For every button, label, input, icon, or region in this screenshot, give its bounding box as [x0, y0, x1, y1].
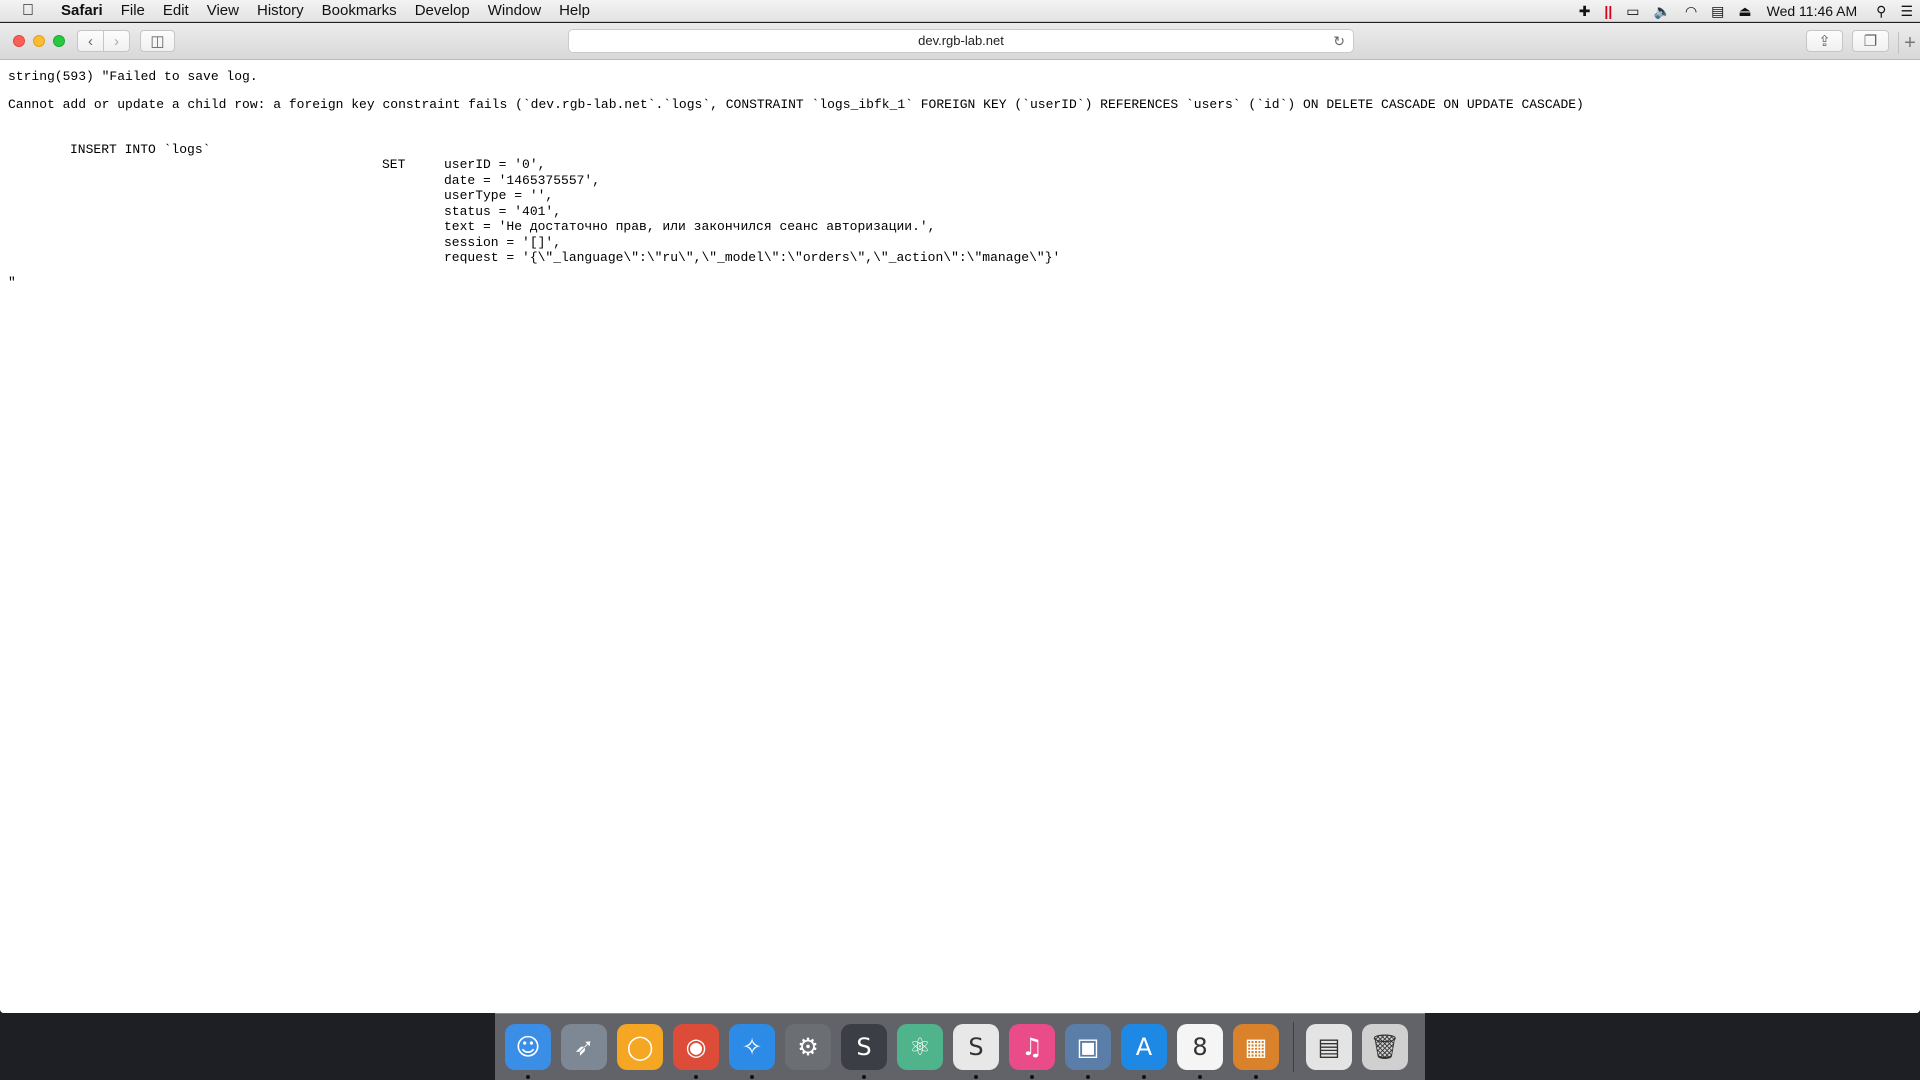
- running-indicator: [750, 1075, 754, 1079]
- chevron-left-icon: ‹: [88, 32, 93, 50]
- sidebar-toggle-button[interactable]: ◫: [140, 30, 175, 52]
- new-tab-button[interactable]: +: [1898, 32, 1920, 54]
- sql-field: userID = '0',: [444, 157, 546, 172]
- medical-cross-icon[interactable]: ✚: [1579, 3, 1591, 20]
- tab-overview-icon: ❐: [1863, 33, 1878, 50]
- reload-icon[interactable]: ↻: [1333, 30, 1345, 52]
- running-indicator: [1198, 1075, 1202, 1079]
- sql-field: status = '401',: [444, 203, 562, 219]
- closing-quote: ": [8, 275, 16, 290]
- running-indicator: [1142, 1075, 1146, 1079]
- slack-icon[interactable]: S: [953, 1024, 999, 1079]
- menu-bookmarks[interactable]: Bookmarks: [313, 0, 406, 22]
- airplay-icon[interactable]: ▭: [1626, 3, 1639, 20]
- window-minimize-button[interactable]: [33, 35, 45, 47]
- tab-overview-button[interactable]: ❐: [1852, 30, 1889, 52]
- menu-history[interactable]: History: [248, 0, 313, 22]
- running-indicator: [1030, 1075, 1034, 1079]
- notification-center-icon[interactable]: ☰: [1900, 3, 1913, 20]
- calculator-icon[interactable]: ▦: [1233, 1024, 1279, 1079]
- sql-insert-clause: INSERT INTO `logs`: [70, 142, 211, 157]
- share-icon: ⇪: [1818, 33, 1831, 50]
- plus-icon: +: [1904, 31, 1916, 54]
- sql-field: userType = '',: [444, 188, 554, 203]
- calendar-icon[interactable]: 8: [1177, 1024, 1223, 1079]
- menubar-clock[interactable]: Wed 11:46 AM: [1767, 3, 1858, 19]
- share-button[interactable]: ⇪: [1806, 30, 1843, 52]
- chrome-icon[interactable]: ◉: [673, 1024, 719, 1079]
- back-button[interactable]: ‹: [77, 30, 104, 52]
- status-menus: ✚ || ▭ 🔈 ◠ ▤ ⏏ Wed 11:46 AM ⚲ ☰: [1572, 0, 1920, 22]
- error-line-2: Cannot add or update a child row: a fore…: [8, 97, 1584, 112]
- menu-app-name[interactable]: Safari: [52, 0, 112, 22]
- browser-toolbar: ‹ › ◫ dev.rgb-lab.net ↻ ⇪ ❐ +: [0, 23, 1920, 60]
- system-preferences-icon[interactable]: ⚙: [785, 1024, 831, 1070]
- window-close-button[interactable]: [13, 35, 25, 47]
- dock: ☺ ➶ ◯ ◉ ✧ ⚙ S ⚛ S ♫ ▣ A 8 ▦ ▤ 🗑: [495, 1013, 1425, 1080]
- dock-separator: [1293, 1022, 1294, 1072]
- safari-icon[interactable]: ✧: [729, 1024, 775, 1079]
- page-content: string(593) "Failed to save log. Cannot …: [0, 61, 1920, 1013]
- window-zoom-button[interactable]: [53, 35, 65, 47]
- running-indicator: [862, 1075, 866, 1079]
- running-indicator: [1086, 1075, 1090, 1079]
- sidebar-icon: ◫: [150, 33, 165, 50]
- launchpad-icon[interactable]: ➶: [561, 1024, 607, 1070]
- spotlight-search-icon[interactable]: ⚲: [1876, 3, 1886, 20]
- error-line-1: string(593) "Failed to save log.: [8, 69, 258, 84]
- atom-icon[interactable]: ⚛: [897, 1024, 943, 1070]
- safari-window: ‹ › ◫ dev.rgb-lab.net ↻ ⇪ ❐ + string(593…: [0, 23, 1920, 1013]
- menu-window[interactable]: Window: [479, 0, 550, 22]
- itunes-icon[interactable]: ♫: [1009, 1024, 1055, 1079]
- address-bar[interactable]: dev.rgb-lab.net ↻: [568, 29, 1354, 53]
- chromium-icon[interactable]: ◯: [617, 1024, 663, 1070]
- trash-icon[interactable]: 🗑: [1362, 1024, 1408, 1070]
- downloads-stack-icon[interactable]: ▤: [1306, 1024, 1352, 1070]
- eject-icon[interactable]: ⏏: [1738, 3, 1751, 20]
- menu-file[interactable]: File: [112, 0, 154, 22]
- sql-set-keyword: SET: [382, 157, 406, 172]
- forward-button[interactable]: ›: [103, 30, 130, 52]
- running-indicator: [974, 1075, 978, 1079]
- running-indicator: [1254, 1075, 1258, 1079]
- volume-icon[interactable]: 🔈: [1654, 3, 1671, 20]
- sql-field: session = '[]',: [444, 234, 562, 250]
- input-source-flag-icon[interactable]: ▤: [1711, 3, 1724, 20]
- finder-icon[interactable]: ☺: [505, 1024, 551, 1079]
- sql-field: request = '{\"_language\":\"ru\",\"_mode…: [444, 250, 1061, 265]
- running-indicator: [694, 1075, 698, 1079]
- apple-menu-icon[interactable]: : [18, 2, 38, 20]
- app-store-icon[interactable]: A: [1121, 1024, 1167, 1079]
- sublime-text-icon[interactable]: S: [841, 1024, 887, 1079]
- menu-develop[interactable]: Develop: [406, 0, 479, 22]
- chevron-right-icon: ›: [114, 32, 119, 50]
- menu-help[interactable]: Help: [550, 0, 599, 22]
- wifi-icon[interactable]: ◠: [1685, 3, 1697, 20]
- menu-view[interactable]: View: [198, 0, 248, 22]
- menu-edit[interactable]: Edit: [154, 0, 198, 22]
- sql-field: text = 'Не достаточно прав, или закончил…: [444, 219, 936, 234]
- parallels-icon[interactable]: ||: [1604, 3, 1612, 19]
- menu-bar:  Safari File Edit View History Bookmark…: [0, 0, 1920, 22]
- running-indicator: [526, 1075, 530, 1079]
- url-text: dev.rgb-lab.net: [918, 33, 1004, 48]
- remote-desktop-icon[interactable]: ▣: [1065, 1024, 1111, 1079]
- sql-field: date = '1465375557',: [444, 172, 601, 188]
- sql-fields: userID = '0', date = '1465375557', userT…: [444, 157, 1060, 266]
